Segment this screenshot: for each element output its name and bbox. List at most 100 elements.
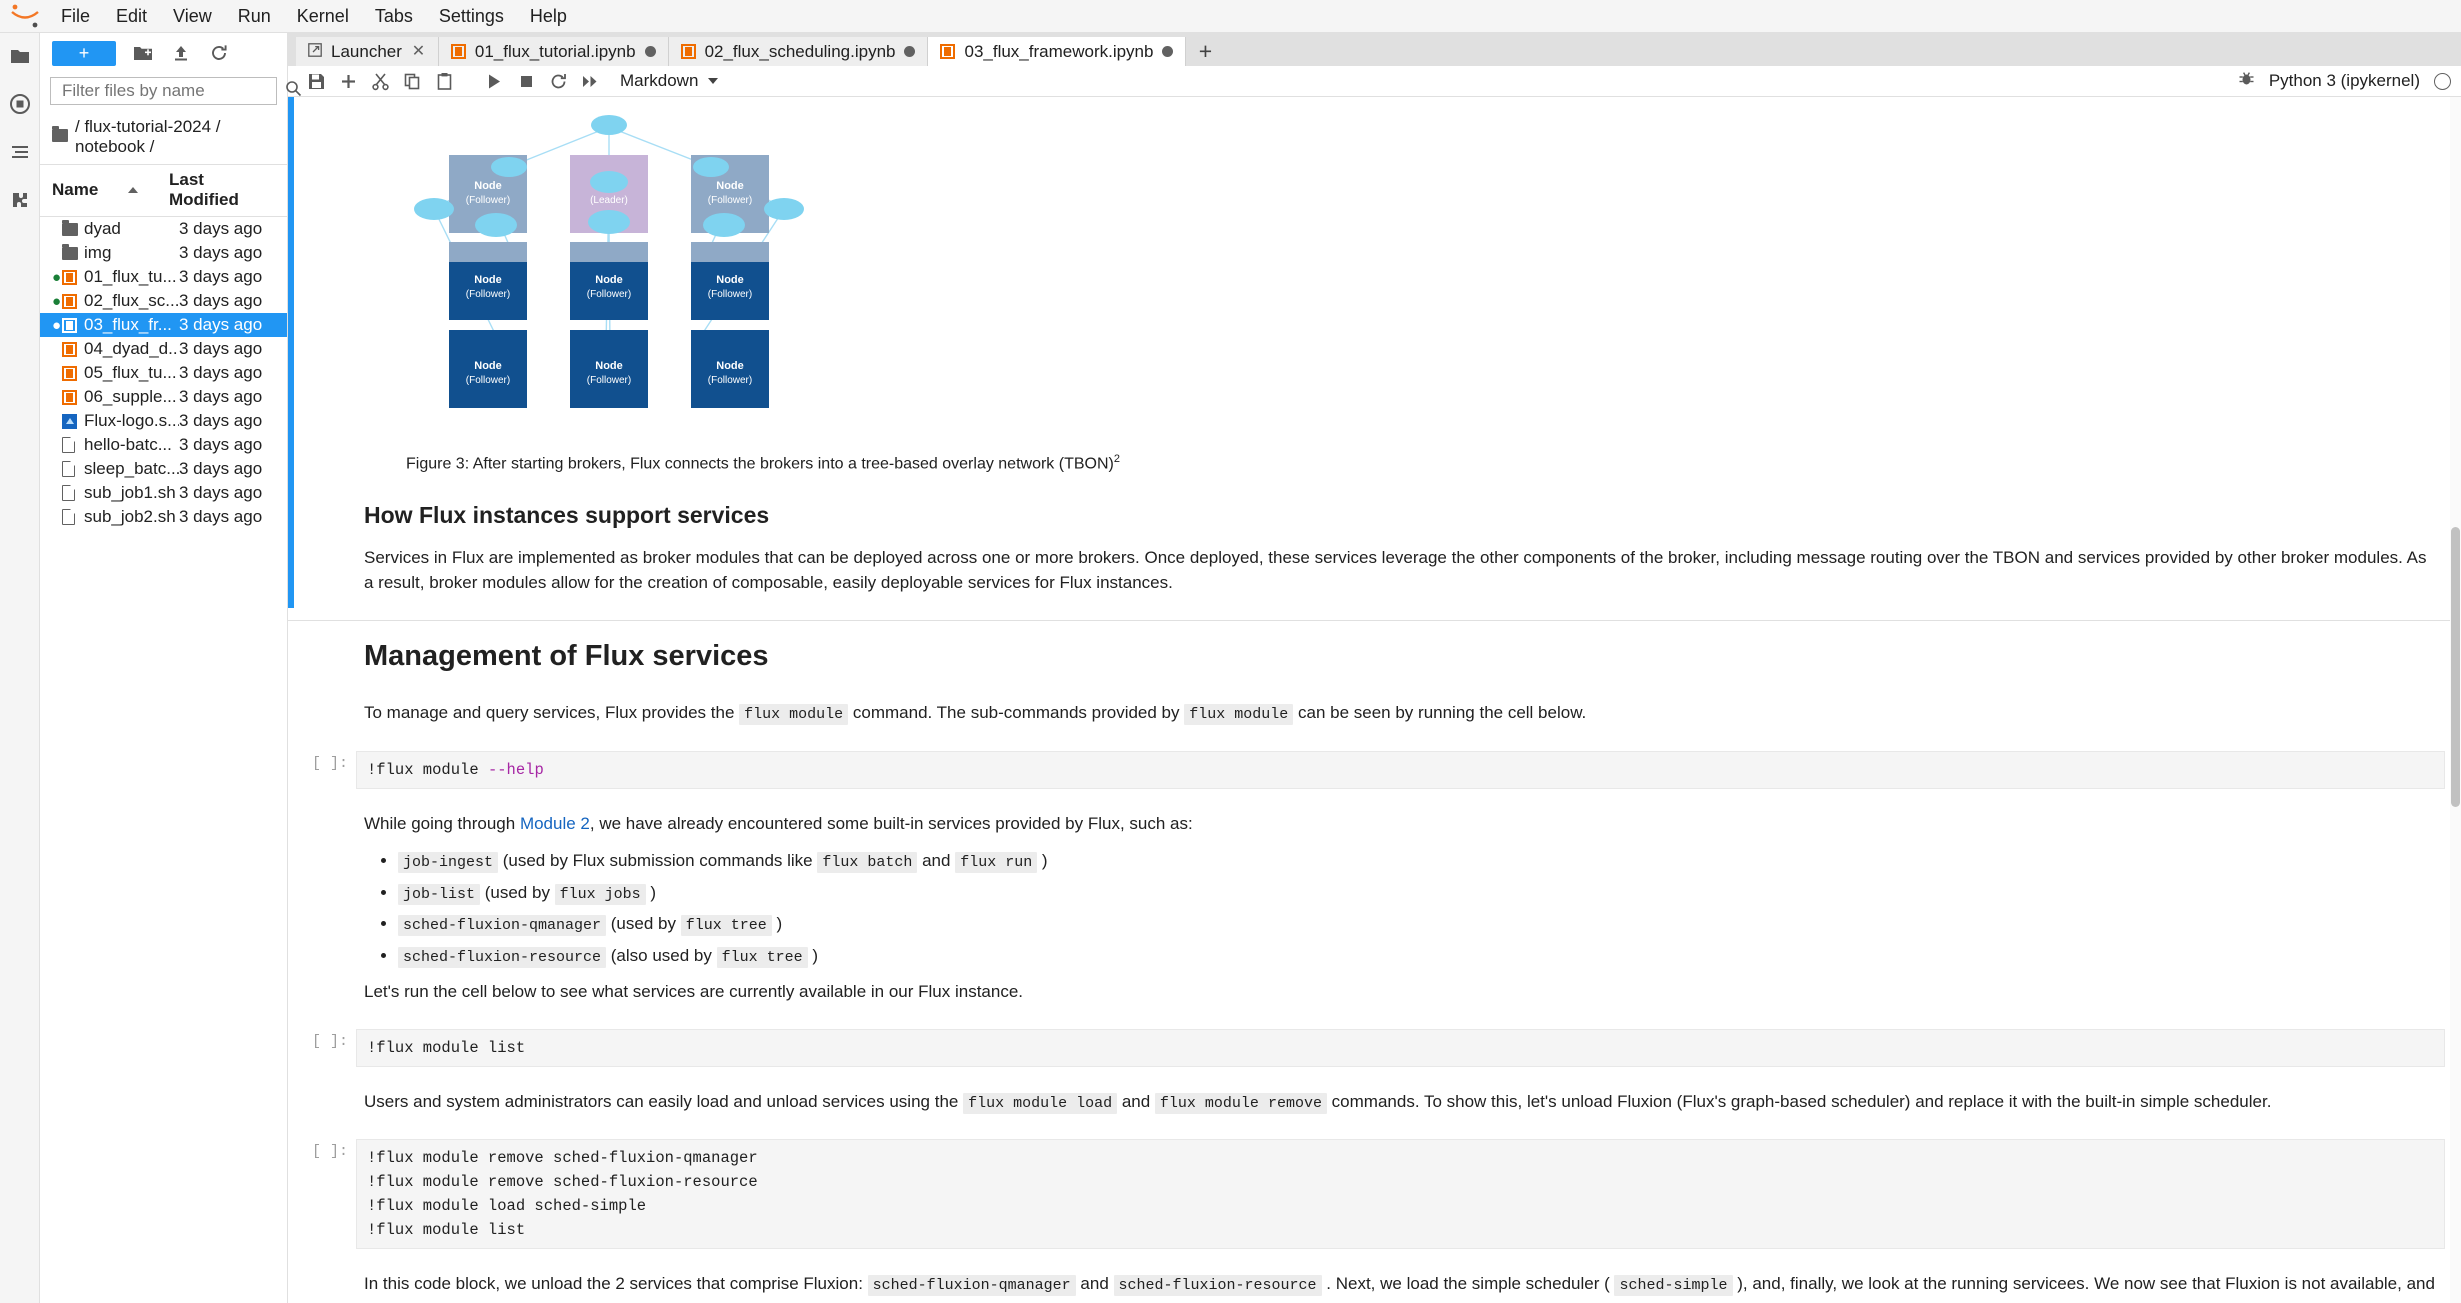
notebook-cell-code-module-remove[interactable]: [ ]: !flux module remove sched-fluxion-q… [288, 1139, 2461, 1250]
paragraph-codeblock-part2: and [1075, 1274, 1114, 1294]
copy-icon[interactable] [396, 68, 428, 95]
tab-bar: Launcher ✕ 01_flux_tutorial.ipynb 02_flux_s… [288, 33, 2461, 66]
code-editor[interactable]: !flux module --help [356, 750, 2445, 789]
chevron-down-icon [708, 78, 719, 84]
notebook-icon [680, 44, 696, 59]
file-list-item[interactable]: 04_dyad_d... 3 days ago [40, 337, 287, 361]
file-name: 04_dyad_d... [84, 339, 179, 358]
save-icon[interactable] [300, 68, 332, 95]
service-cmd-b: flux batch [817, 852, 918, 874]
list-item: job-list (used by flux jobs ) [398, 880, 2437, 907]
file-name: 02_flux_sc... [84, 291, 179, 310]
svg-text:Node: Node [716, 274, 744, 286]
menu-view[interactable]: View [160, 3, 225, 29]
cell-type-dropdown[interactable]: Markdown [620, 71, 719, 91]
notebook-cell-markdown-load-unload[interactable]: Users and system administrators can easi… [288, 1079, 2461, 1128]
svg-text:Node: Node [474, 274, 502, 286]
notebook-cell-markdown-builtin-services[interactable]: While going through Module 2, we have al… [288, 801, 2461, 1017]
notebook-cell-markdown-management[interactable]: Management of Flux services To manage an… [288, 635, 2461, 739]
file-modified: 3 days ago [179, 267, 263, 286]
cut-icon[interactable] [364, 68, 396, 95]
file-modified: 3 days ago [179, 219, 263, 238]
code-editor[interactable]: !flux module list [356, 1028, 2445, 1067]
notebook-scroll-area[interactable]: Node (Follower) Node (Leader) Node (Foll… [288, 97, 2461, 1303]
notebook-cell-code-module-list[interactable]: [ ]: !flux module list [288, 1028, 2461, 1067]
filter-files-field[interactable] [50, 77, 302, 105]
file-list-item[interactable]: img 3 days ago [40, 241, 287, 265]
table-of-contents-icon[interactable] [7, 139, 33, 165]
refresh-icon[interactable] [208, 42, 230, 64]
bug-icon[interactable] [2238, 70, 2255, 92]
link-module-2[interactable]: Module 2 [520, 814, 590, 833]
code-flux-module-a: flux module [739, 704, 849, 726]
code-sched-fluxion-qmanager: sched-fluxion-qmanager [867, 1275, 1076, 1297]
file-list-item[interactable]: sub_job1.sh 3 days ago [40, 481, 287, 505]
column-header-name[interactable]: Name [52, 180, 98, 200]
file-browser-icon[interactable] [7, 43, 33, 69]
paragraph-manage-part3: can be seen by running the cell below. [1293, 703, 1587, 723]
sort-ascending-icon[interactable] [128, 187, 139, 193]
code-sched-fluxion-resource: sched-fluxion-resource [1113, 1275, 1322, 1297]
notebook-cell-markdown-figure[interactable]: Node (Follower) Node (Leader) Node (Foll… [288, 97, 2461, 608]
file-list-item[interactable]: sub_job2.sh 3 days ago [40, 505, 287, 529]
paragraph-manage-part1: To manage and query services, Flux provi… [364, 703, 740, 723]
svg-text:(Follower): (Follower) [466, 195, 510, 206]
svg-text:(Follower): (Follower) [708, 289, 752, 300]
kernel-idle-circle-icon[interactable] [2434, 72, 2451, 90]
tab-03-flux-framework-ipynb[interactable]: 03_flux_framework.ipynb [928, 37, 1187, 66]
breadcrumb[interactable]: / flux-tutorial-2024 / notebook / [40, 113, 287, 165]
menu-file[interactable]: File [48, 3, 103, 29]
new-tab-button[interactable]: + [1186, 37, 1225, 66]
menu-help[interactable]: Help [517, 3, 580, 29]
menu-bar: File Edit View Run Kernel Tabs Settings … [0, 0, 2461, 33]
search-input[interactable] [60, 80, 285, 102]
code-flux-module-b: flux module [1184, 704, 1294, 726]
upload-icon[interactable] [170, 42, 192, 64]
unsaved-changes-dot[interactable] [1162, 46, 1174, 57]
stop-icon[interactable] [510, 68, 542, 95]
file-list-item[interactable]: 05_flux_tu... 3 days ago [40, 361, 287, 385]
unsaved-changes-dot[interactable] [904, 46, 916, 57]
menu-run[interactable]: Run [225, 3, 284, 29]
file-list-item[interactable]: ● 02_flux_sc... 3 days ago [40, 289, 287, 313]
paragraph-load-unload-part2: and [1117, 1091, 1155, 1111]
menu-kernel[interactable]: Kernel [284, 3, 362, 29]
file-list-item[interactable]: ● 01_flux_tu... 3 days ago [40, 265, 287, 289]
running-terminals-icon[interactable] [7, 91, 33, 117]
run-icon[interactable] [478, 68, 510, 95]
tab-launcher[interactable]: Launcher ✕ [296, 37, 439, 66]
restart-icon[interactable] [542, 68, 574, 95]
file-list-item[interactable]: Flux-logo.s... 3 days ago [40, 409, 287, 433]
tab-01-flux-tutorial-ipynb[interactable]: 01_flux_tutorial.ipynb [438, 37, 669, 66]
file-modified: 3 days ago [179, 483, 263, 502]
menu-settings[interactable]: Settings [426, 3, 517, 29]
notebook-cell-markdown-explanation[interactable]: In this code block, we unload the 2 serv… [288, 1261, 2461, 1303]
file-name: 03_flux_fr... [84, 315, 172, 334]
extension-manager-icon[interactable] [7, 187, 33, 213]
scrollbar-thumb[interactable] [2451, 527, 2460, 807]
notebook-vertical-scrollbar[interactable] [2450, 97, 2461, 1303]
notebook-icon [62, 269, 77, 285]
file-list-item[interactable]: 06_supple... 3 days ago [40, 385, 287, 409]
new-folder-icon[interactable] [132, 42, 154, 64]
code-editor[interactable]: !flux module remove sched-fluxion-qmanag… [356, 1139, 2445, 1250]
unsaved-changes-dot[interactable] [644, 46, 656, 57]
svg-text:(Follower): (Follower) [708, 195, 752, 206]
file-list-item[interactable]: dyad 3 days ago [40, 217, 287, 241]
tab-02-flux-scheduling-ipynb[interactable]: 02_flux_scheduling.ipynb [668, 37, 929, 66]
close-icon[interactable]: ✕ [411, 43, 426, 59]
file-list-item[interactable]: ● 03_flux_fr... 3 days ago [40, 313, 287, 337]
menu-tabs[interactable]: Tabs [362, 3, 426, 29]
notebook-cell-code-module-help[interactable]: [ ]: !flux module --help [288, 750, 2461, 789]
paste-icon[interactable] [428, 68, 460, 95]
restart-run-all-icon[interactable] [574, 68, 606, 95]
menu-edit[interactable]: Edit [103, 3, 160, 29]
column-header-last-modified[interactable]: Last Modified [169, 170, 277, 210]
insert-cell-icon[interactable] [332, 68, 364, 95]
file-list-item[interactable]: sleep_batc... 3 days ago [40, 457, 287, 481]
tbon-diagram: Node (Follower) Node (Leader) Node (Foll… [414, 115, 804, 408]
file-list-item[interactable]: hello-batc... 3 days ago [40, 433, 287, 457]
launcher-icon [308, 42, 322, 62]
kernel-name[interactable]: Python 3 (ipykernel) [2269, 71, 2420, 91]
new-launcher-button[interactable]: + [52, 40, 116, 66]
